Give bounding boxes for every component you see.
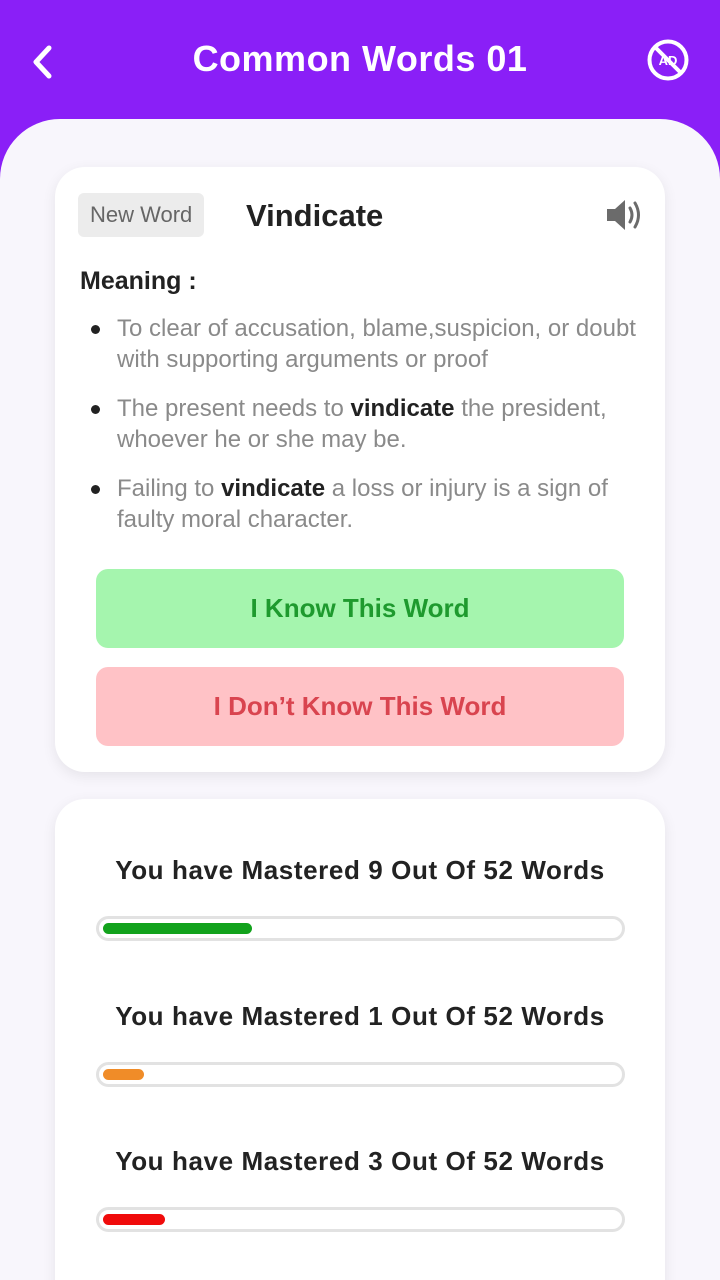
pronounce-button[interactable]: [605, 197, 645, 233]
meaning-item: To clear of accusation, blame,suspicion,…: [91, 313, 651, 375]
progress-label-red: You have Mastered 3 Out Of 52 Words: [115, 1146, 605, 1176]
main-content: New Word Vindicate Meaning : To clear of…: [0, 119, 720, 1280]
bullet-keyword: vindicate: [350, 395, 455, 422]
remove-ads-button[interactable]: AD: [646, 38, 690, 82]
progress-label-green: You have Mastered 9 Out Of 52 Words: [115, 855, 605, 885]
bullet-text: To clear of accusation, blame,suspicion,…: [117, 315, 636, 373]
bullet-keyword: vindicate: [221, 475, 326, 502]
progress-bar-red: [96, 1207, 625, 1232]
example-item: Failing to vindicate a loss or injury is…: [91, 473, 651, 535]
progress-fill-green: [103, 923, 252, 934]
word-title: Vindicate: [246, 198, 384, 233]
word-card: New Word Vindicate Meaning : To clear of…: [55, 167, 665, 772]
ad-icon-text: AD: [659, 53, 678, 68]
new-word-badge: New Word: [78, 193, 205, 237]
know-word-button[interactable]: I Know This Word: [96, 569, 624, 648]
progress-bar-green: [96, 916, 625, 941]
progress-bar-orange: [96, 1062, 625, 1087]
progress-label-orange: You have Mastered 1 Out Of 52 Words: [115, 1001, 605, 1031]
progress-card: You have Mastered 9 Out Of 52 Words You …: [55, 799, 665, 1280]
meaning-label: Meaning :: [80, 267, 197, 295]
no-ads-icon: AD: [647, 39, 689, 81]
meaning-list: To clear of accusation, blame,suspicion,…: [91, 313, 651, 553]
progress-fill-orange: [103, 1069, 144, 1080]
speaker-icon: [607, 200, 640, 230]
page-title: Common Words 01: [192, 38, 528, 79]
example-item: The present needs to vindicate the presi…: [91, 393, 651, 455]
app-header: Common Words 01 AD: [0, 0, 720, 130]
progress-fill-red: [103, 1214, 165, 1225]
bullet-text: The present needs to: [117, 395, 351, 422]
bullet-text: Failing to: [117, 475, 222, 502]
dont-know-word-button[interactable]: I Don’t Know This Word: [96, 667, 624, 746]
